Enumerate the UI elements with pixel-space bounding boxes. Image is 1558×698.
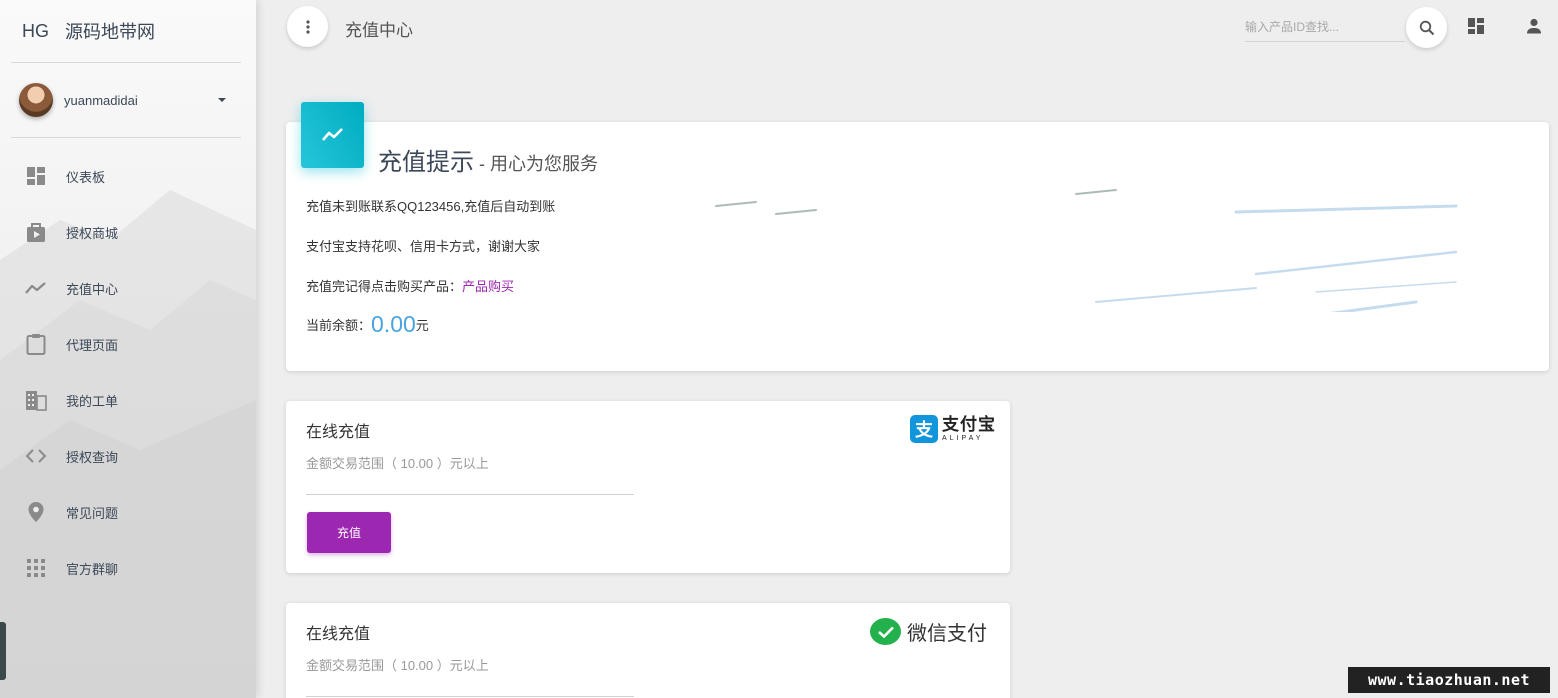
search-icon [1419,20,1434,35]
sidebar-item-label: 授权商城 [66,225,119,241]
amount-range: 金额交易范围（ 10.00 ）元以上 [306,456,489,471]
card-title: 在线充值 [306,626,371,643]
apps-grid-icon [25,557,47,579]
notice-purchase-prefix: 充值完记得点击购买产品： [306,279,463,294]
notice-card-icon [301,102,364,168]
recharge-button[interactable]: 充值 [307,512,391,553]
product-purchase-link[interactable]: 产品购买 [462,279,514,294]
sidebar-item-dashboard[interactable]: 仪表板 [0,148,256,204]
topbar: 充值中心 [256,0,1558,56]
alipay-logo-text: 支付宝 [942,415,996,434]
amount-input[interactable] [306,473,634,495]
balance-value: 0.00 [371,311,416,337]
notice-line-contact: 充值未到账联系QQ123456,充值后自动到账 [306,199,556,214]
dashboard-icon [25,165,47,187]
sidebar-item-tickets[interactable]: 我的工单 [0,372,256,428]
clipboard-icon [25,333,47,355]
notice-line-purchase: 充值完记得点击购买产品：产品购买 [306,276,514,295]
sidebar-item-shop[interactable]: 授权商城 [0,204,256,260]
sidebar-item-agent[interactable]: 代理页面 [0,316,256,372]
wechat-pay-icon [870,618,901,645]
page-title: 充值中心 [345,21,413,40]
notice-subtitle: - 用心为您服务 [474,154,598,174]
notice-title-text: 充值提示 [378,149,474,176]
sidebar-item-label: 授权查询 [66,449,119,465]
sidebar-item-label: 我的工单 [66,393,119,409]
amount-input[interactable] [306,675,634,697]
alipay-recharge-card: 在线充值 金额交易范围（ 10.00 ）元以上 充值 支 支付宝 ALIPAY [286,401,1010,573]
search-input[interactable] [1245,13,1405,42]
building-icon [25,389,47,411]
person-icon [1527,18,1541,34]
brand-mini: HG [22,20,49,41]
sidebar-item-recharge[interactable]: 充值中心 [0,260,256,316]
sidebar-item-faq[interactable]: 常见问题 [0,484,256,540]
code-icon [25,445,47,467]
sidebar-item-group-chat[interactable]: 官方群聊 [0,540,256,596]
sidebar-nav: 仪表板 授权商城 充值中心 代理页面 我的工单 授权查询 常见问题 官方群聊 [0,148,256,596]
divider [11,137,241,138]
balance-row: 当前余额：0.00元 [306,311,429,338]
sidebar-item-label: 充值中心 [66,281,119,297]
alipay-logo: 支 支付宝 ALIPAY [910,415,996,443]
notice-title: 充值提示 - 用心为您服务 [378,142,598,177]
location-pin-icon [25,501,47,523]
sidebar: HG 源码地带网 yuanmadidai 仪表板 授权商城 充值中心 代理页面 … [0,0,256,698]
avatar [19,83,53,117]
trending-icon [25,277,47,299]
alipay-logo-en: ALIPAY [942,435,984,442]
caret-down-icon [218,98,226,102]
sidebar-item-label: 常见问题 [66,505,119,521]
dashboard-button[interactable] [1467,17,1485,40]
wechat-pay-logo: 微信支付 [870,617,987,646]
trending-icon [321,128,343,141]
notice-line-alipay: 支付宝支持花呗、信用卡方式，谢谢大家 [306,239,541,254]
sidebar-item-auth-query[interactable]: 授权查询 [0,428,256,484]
wechat-recharge-card: 在线充值 金额交易范围（ 10.00 ）元以上 微信支付 [286,603,1010,698]
more-vertical-icon [305,19,310,34]
balance-label: 当前余额： [306,318,372,333]
more-menu-button[interactable] [287,6,328,47]
profile-button[interactable] [1525,17,1543,40]
brand[interactable]: HG 源码地带网 [0,0,256,62]
watermark: www.tiaozhuan.net [1348,667,1550,693]
wechat-pay-text: 微信支付 [907,623,987,645]
brand-name: 源码地带网 [65,22,155,42]
user-name: yuanmadidai [64,92,138,108]
edge-handle[interactable] [0,622,6,680]
sidebar-item-label: 官方群聊 [66,561,119,577]
sidebar-item-label: 代理页面 [66,337,119,353]
amount-range: 金额交易范围（ 10.00 ）元以上 [306,658,489,673]
user-menu[interactable]: yuanmadidai [0,63,256,137]
decorative-streaks [715,189,1458,312]
alipay-icon: 支 [910,415,938,443]
notice-card: 充值提示 - 用心为您服务 充值未到账联系QQ123456,充值后自动到账 支付… [286,122,1549,371]
balance-unit: 元 [415,318,429,333]
card-title: 在线充值 [306,424,371,441]
shopping-bag-icon [25,221,47,243]
search-button[interactable] [1406,7,1447,48]
sidebar-item-label: 仪表板 [66,169,106,185]
dashboard-icon [1468,18,1484,34]
